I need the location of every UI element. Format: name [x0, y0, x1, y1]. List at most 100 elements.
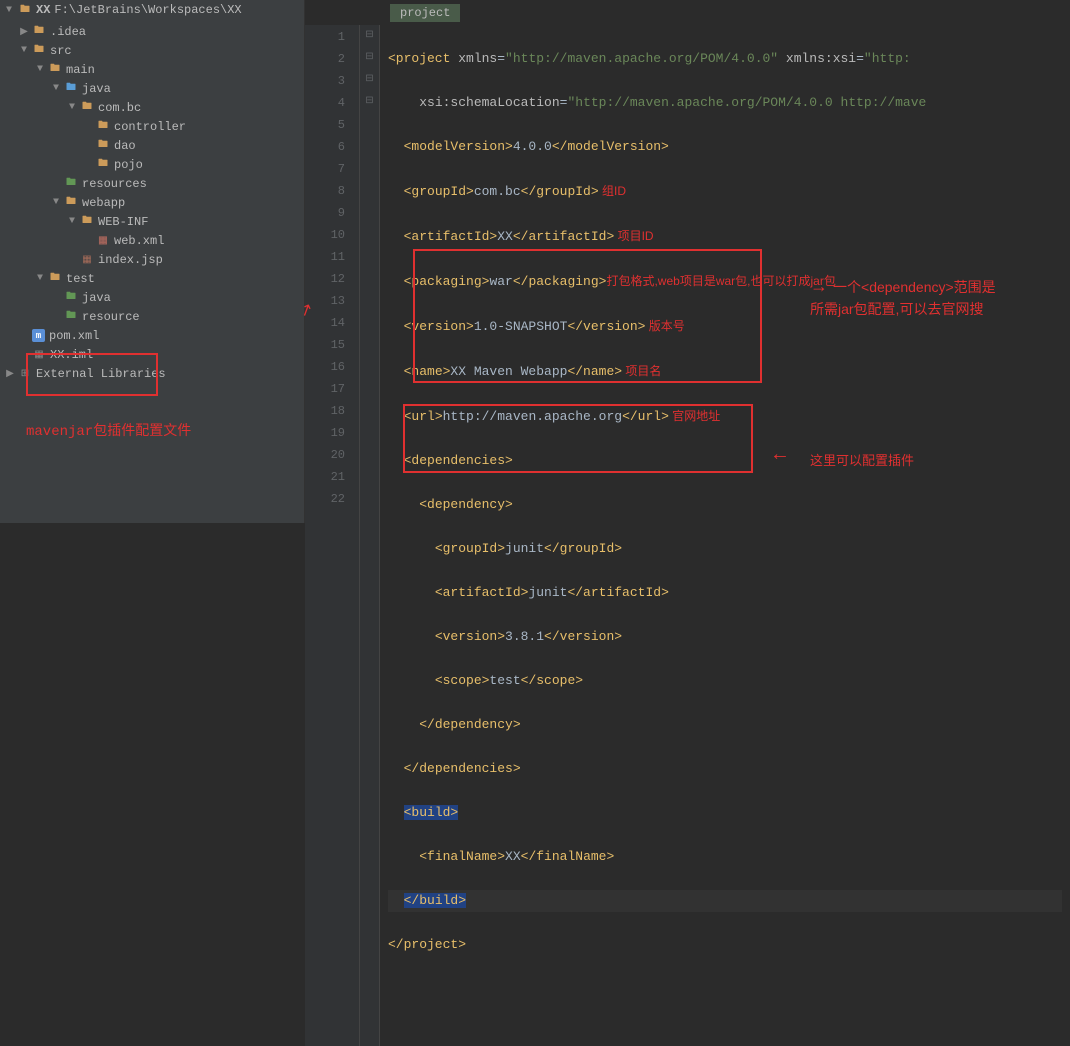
annotation-text-build: 这里可以配置插件 [810, 450, 914, 472]
annotation-label: 这里可以配置插件 [810, 453, 914, 468]
fold-toggle[interactable]: ⊟ [360, 91, 379, 113]
jsp-file-icon: ▦ [80, 253, 94, 267]
xml-attr: xmlns [458, 51, 497, 66]
code-content[interactable]: <project xmlns="http://maven.apache.org/… [380, 25, 1070, 1046]
tree-label: com.bc [98, 101, 141, 115]
xml-text: 3.8.1 [505, 629, 544, 644]
annotation-label: 一个<dependency>范围是 所需jar包配置,可以去官网搜 [810, 279, 996, 317]
tree-label: pom.xml [49, 329, 99, 343]
xml-text: com.bc [474, 184, 521, 199]
tree-item-webinf[interactable]: ▼🖿WEB-INF [0, 212, 304, 231]
tree-item-test-resource[interactable]: 🖿resource [0, 307, 304, 326]
tree-label: WEB-INF [98, 215, 148, 229]
tree-item-pom[interactable]: m pom.xml [0, 326, 304, 345]
xml-tag: <finalName> [419, 849, 505, 864]
tree-item-java[interactable]: ▼🖿java [0, 79, 304, 98]
xml-tag: <version> [435, 629, 505, 644]
tree-label: index.jsp [98, 253, 163, 267]
tree-item-webapp[interactable]: ▼🖿webapp [0, 193, 304, 212]
xml-breadcrumb-tag[interactable]: project [390, 4, 460, 22]
fold-toggle[interactable]: ⊟ [360, 25, 379, 47]
tree-label: .idea [50, 25, 86, 39]
xml-tag: </scope> [521, 673, 583, 688]
xml-tag: </modelVersion> [552, 139, 669, 154]
folder-icon: 🖿 [64, 177, 78, 191]
xml-tag: </dependency> [419, 717, 520, 732]
annotation-text: 组ID [599, 184, 626, 198]
tree-item-main[interactable]: ▼🖿main [0, 60, 304, 79]
line-number: 9 [305, 202, 345, 224]
xml-tag: <scope> [435, 673, 490, 688]
line-number: 18 [305, 400, 345, 422]
annotation-highlight-build [403, 404, 753, 473]
xml-text: XX [497, 229, 513, 244]
line-number: 20 [305, 444, 345, 466]
xml-attr: xsi [419, 95, 442, 110]
xml-text: test [489, 673, 520, 688]
xml-file-icon: ▦ [96, 234, 110, 248]
package-icon: 🖿 [96, 139, 110, 153]
xml-tag: </artifactId> [567, 585, 668, 600]
xml-string: "http://maven.apache.org/POM/4.0.0 http:… [567, 95, 926, 110]
tree-label: test [66, 272, 95, 286]
line-gutter: 1 2 3 4 5 6 7 8 9 10 11 12 13 14 15 16 1… [305, 25, 360, 1046]
xml-tag: <artifactId> [404, 229, 498, 244]
tree-item-test-java[interactable]: 🖿java [0, 288, 304, 307]
fold-toggle[interactable]: ⊟ [360, 69, 379, 91]
line-number: 6 [305, 136, 345, 158]
tree-item-controller[interactable]: 🖿controller [0, 117, 304, 136]
xml-tag: <build> [404, 805, 459, 820]
xml-tag: <groupId> [435, 541, 505, 556]
line-number: 17 [305, 378, 345, 400]
tree-item-webxml[interactable]: ▦web.xml [0, 231, 304, 250]
folder-icon: 🖿 [64, 310, 78, 324]
folder-icon: 🖿 [64, 82, 78, 96]
tree-label: controller [114, 120, 186, 134]
tree-item-test[interactable]: ▼🖿test [0, 269, 304, 288]
project-path: F:\JetBrains\Workspaces\XX [54, 3, 241, 17]
folder-icon: 🖿 [48, 63, 62, 77]
annotation-text-maven: mavenjar包插件配置文件 [26, 420, 191, 440]
xml-tag: <groupId> [404, 184, 474, 199]
tree-item-pojo[interactable]: 🖿pojo [0, 155, 304, 174]
xml-tag: </version> [544, 629, 622, 644]
file-tree: ▶🖿.idea ▼🖿src ▼🖿main ▼🖿java ▼🖿com.bc 🖿co… [0, 20, 304, 385]
xml-tag: <modelVersion> [404, 139, 513, 154]
tree-label: src [50, 44, 72, 58]
project-tree-panel: ▼ 🖿 XX F:\JetBrains\Workspaces\XX ▶🖿.ide… [0, 0, 305, 523]
annotation-arrow-icon: ← [774, 445, 786, 467]
maven-file-icon: m [32, 329, 45, 342]
tree-item-src[interactable]: ▼🖿src [0, 41, 304, 60]
line-number: 22 [305, 488, 345, 510]
fold-toggle[interactable]: ⊟ [360, 47, 379, 69]
tree-label: resources [82, 177, 147, 191]
xml-text: = [856, 51, 864, 66]
xml-text: 4.0.0 [513, 139, 552, 154]
tree-label: java [82, 291, 111, 305]
tree-item-dao[interactable]: 🖿dao [0, 136, 304, 155]
annotation-text-dependency: → 一个<dependency>范围是 所需jar包配置,可以去官网搜 [810, 275, 996, 320]
xml-string: "http://maven.apache.org/POM/4.0.0" [505, 51, 778, 66]
line-number: 19 [305, 422, 345, 444]
xml-text: junit [528, 585, 567, 600]
line-number: 15 [305, 334, 345, 356]
line-number: 10 [305, 224, 345, 246]
xml-tag: <artifactId> [435, 585, 529, 600]
tree-item-indexjsp[interactable]: ▦ index.jsp [0, 250, 304, 269]
tree-label: webapp [82, 196, 125, 210]
xml-tag: <dependency> [419, 497, 513, 512]
tree-item-combc[interactable]: ▼🖿com.bc [0, 98, 304, 117]
line-number: 11 [305, 246, 345, 268]
xml-tag: </groupId> [544, 541, 622, 556]
line-number: 2 [305, 48, 345, 70]
package-icon: 🖿 [80, 101, 94, 115]
folder-icon: 🖿 [32, 44, 46, 58]
xml-tag: </project> [388, 937, 466, 952]
tree-item-idea[interactable]: ▶🖿.idea [0, 22, 304, 41]
annotation-highlight-pom [26, 353, 158, 396]
tree-item-resources[interactable]: 🖿 resources [0, 174, 304, 193]
line-number: 16 [305, 356, 345, 378]
folder-icon: 🖿 [32, 25, 46, 39]
line-number: 12 [305, 268, 345, 290]
line-number: 21 [305, 466, 345, 488]
